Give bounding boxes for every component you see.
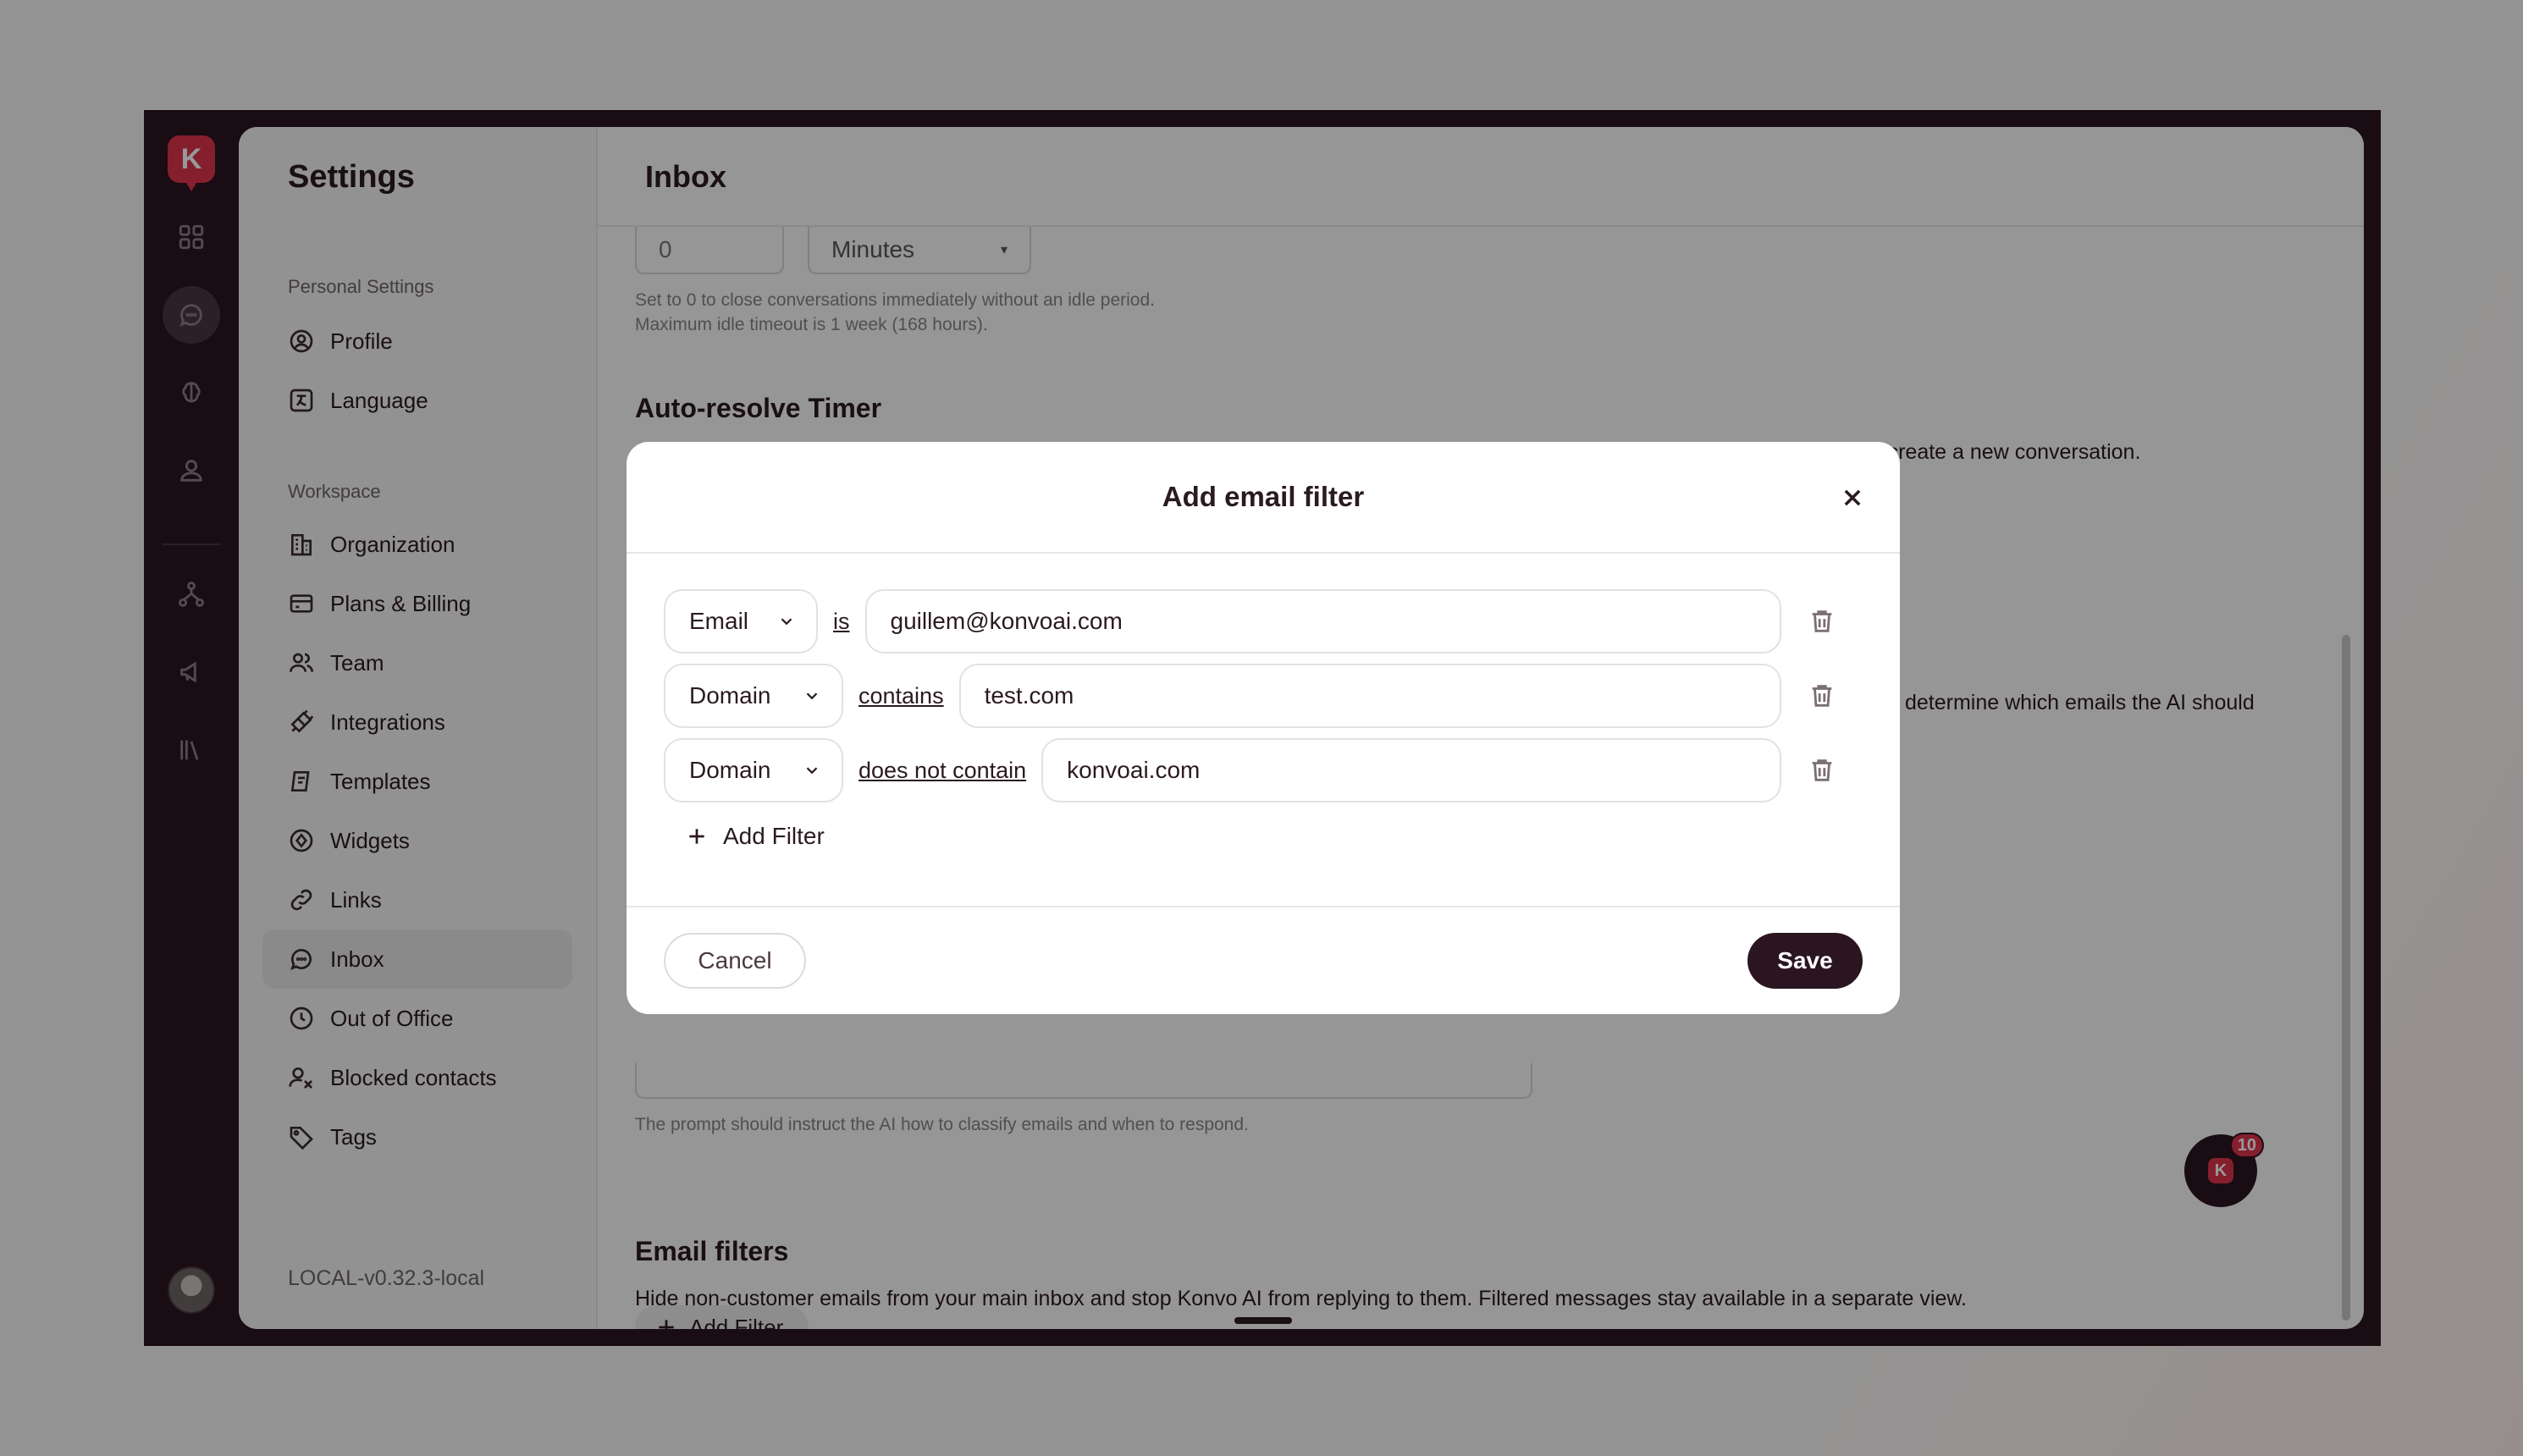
filter-field-value: Domain [689, 757, 771, 783]
filter-value-input[interactable]: konvoai.com [1041, 738, 1781, 802]
delete-filter-button[interactable] [1781, 738, 1863, 802]
trash-icon [1812, 759, 1832, 781]
filter-row: Domain contains test.com [664, 664, 1863, 728]
trash-icon [1812, 685, 1832, 707]
modal-footer: Cancel Save [627, 906, 1900, 1014]
delete-filter-button[interactable] [1781, 589, 1863, 654]
filter-field-select[interactable]: Domain [664, 664, 843, 728]
filter-field-select[interactable]: Domain [664, 738, 843, 802]
filter-operator-toggle[interactable]: is [833, 609, 850, 635]
cancel-button[interactable]: Cancel [664, 933, 806, 989]
filter-operator-toggle[interactable]: does not contain [858, 758, 1026, 784]
filter-value-input[interactable]: guillem@konvoai.com [864, 589, 1781, 654]
chevron-down-icon [806, 692, 818, 700]
add-filter-label: Add Filter [723, 823, 825, 849]
close-icon [1844, 489, 1861, 506]
filter-field-value: Email [689, 608, 749, 634]
save-button[interactable]: Save [1747, 933, 1863, 989]
filter-row: Domain does not contain konvoai.com [664, 738, 1863, 802]
chevron-down-icon [806, 767, 818, 775]
filter-row: Email is guillem@konvoai.com [664, 589, 1863, 654]
trash-icon [1812, 610, 1832, 632]
add-filter-button[interactable]: Add Filter [686, 823, 825, 850]
filter-operator-toggle[interactable]: contains [858, 683, 944, 709]
filter-field-select[interactable]: Email [664, 589, 818, 654]
add-email-filter-dialog: Add email filter Email is guillem@konvoa… [627, 442, 1900, 1014]
filter-field-value: Domain [689, 682, 771, 709]
modal-header: Add email filter [627, 442, 1900, 554]
close-button[interactable] [1836, 481, 1869, 515]
chevron-down-icon [781, 618, 792, 626]
filter-value-input[interactable]: test.com [958, 664, 1781, 728]
plus-icon [689, 829, 704, 844]
modal-title: Add email filter [1162, 481, 1365, 512]
delete-filter-button[interactable] [1781, 664, 1863, 728]
